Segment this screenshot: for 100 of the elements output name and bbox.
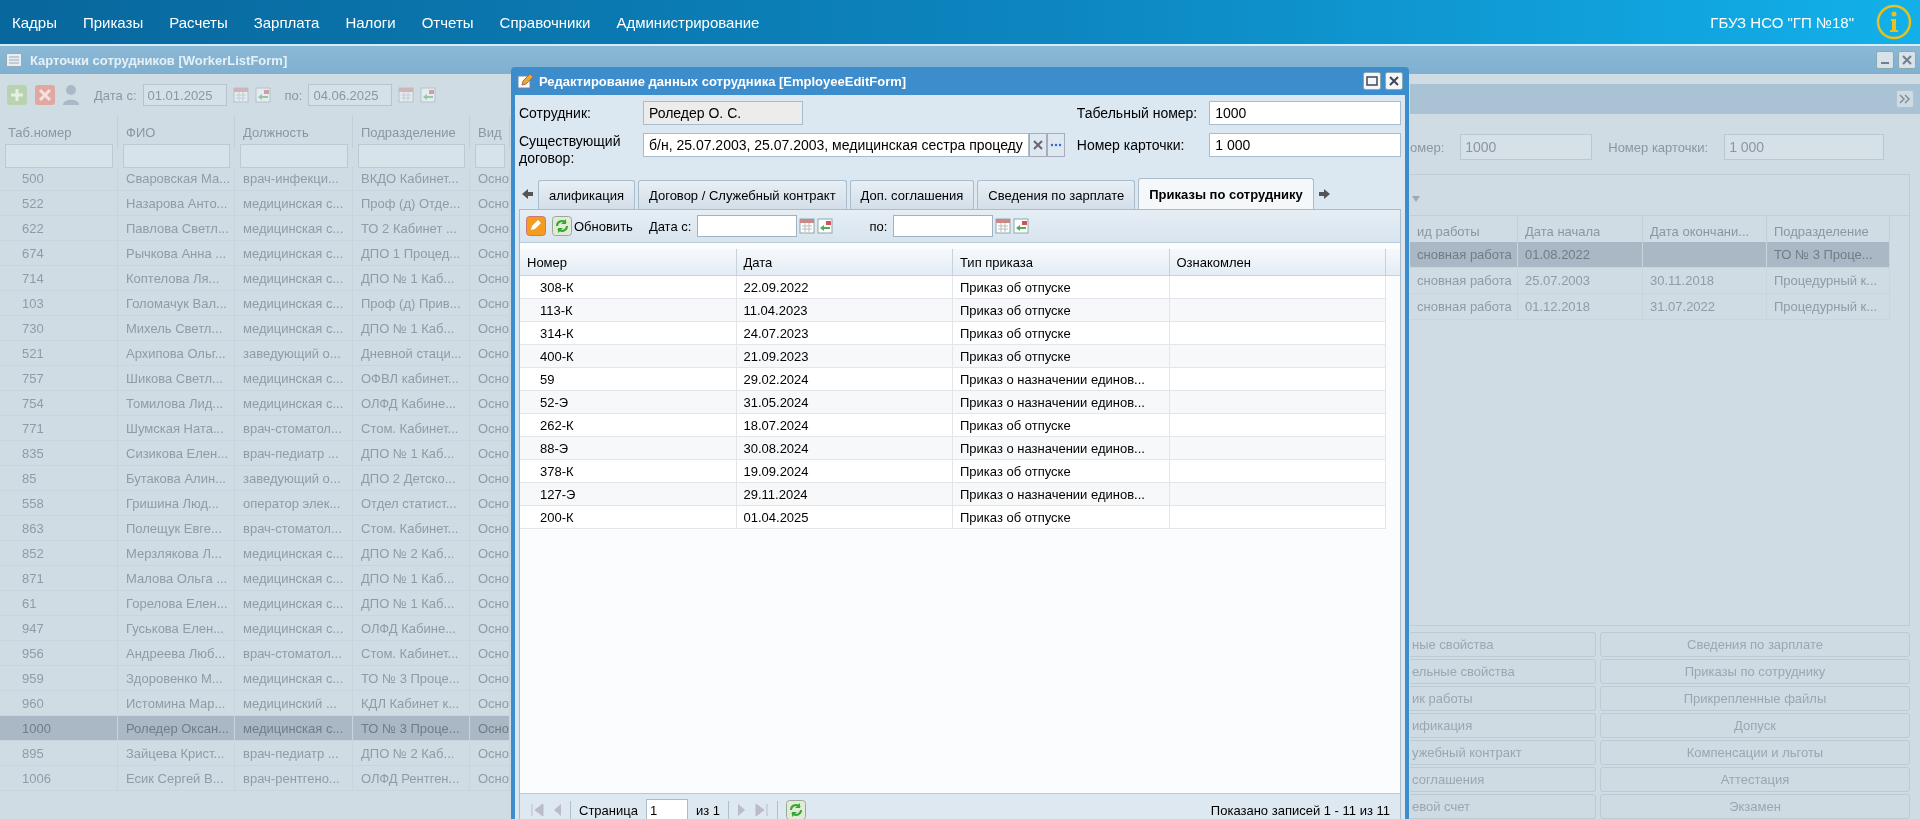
table-cell: Осно (470, 516, 510, 541)
column-header[interactable]: Тип приказа (953, 249, 1170, 275)
next-page-icon[interactable] (737, 802, 747, 818)
double-chevron-icon[interactable] (1896, 90, 1914, 108)
field-label: Существующий договор: (519, 133, 622, 167)
date-field[interactable] (697, 215, 798, 237)
first-page-icon[interactable] (530, 802, 544, 818)
date-field[interactable]: 01.01.2025 (142, 84, 227, 106)
table-cell: Роледер Оксан... (118, 716, 235, 741)
column-header[interactable]: Дата (736, 249, 953, 275)
menu-item[interactable]: Приказы (82, 13, 144, 31)
column-header[interactable]: Номер (520, 249, 737, 275)
table-cell: Осно (470, 766, 510, 791)
menu-item[interactable]: Справочники (499, 13, 591, 31)
table-cell: Здоровенко М... (118, 666, 235, 691)
table-cell: 1000 (0, 716, 118, 741)
table-cell: Проф (д) Отде... (353, 191, 470, 216)
table-cell: сновная работа (1410, 242, 1518, 268)
table-cell: Горелова Елен... (118, 591, 235, 616)
refresh-icon[interactable] (786, 800, 806, 819)
maximize-icon[interactable] (1363, 72, 1381, 90)
menu-item[interactable]: Расчеты (169, 13, 228, 31)
text-field[interactable]: 1 000 (1724, 134, 1885, 160)
table-cell: 127-Э (520, 483, 737, 505)
table-cell: Бутакова Алин... (118, 466, 235, 491)
menu-item[interactable]: Администрирование (616, 13, 760, 31)
close-icon[interactable] (1385, 72, 1403, 90)
field-label: омер: (1410, 139, 1445, 155)
table-cell: ОЛФД Кабине... (353, 391, 470, 416)
filter-field[interactable] (358, 144, 465, 168)
table-cell: Приказ об отпуске (953, 322, 1170, 344)
organization-name: ГБУЗ НСО "ГП №18" (1710, 13, 1854, 31)
dialog-title: Редактирование данных сотрудника [EmployeeEditForm] (539, 73, 907, 89)
table-cell: 22.09.2022 (736, 276, 953, 298)
table-cell: 01.04.2025 (736, 506, 953, 528)
text-field[interactable]: Роледер О. С. (643, 101, 803, 125)
table-cell: Осно (470, 366, 510, 391)
calendar-icon[interactable] (995, 218, 1012, 234)
clear-date-icon[interactable] (1013, 218, 1030, 234)
filter-field[interactable] (5, 144, 113, 168)
refresh-button[interactable]: Обновить (552, 216, 633, 236)
tab[interactable]: Доп. соглашения (849, 180, 975, 209)
tab[interactable]: алификация (538, 180, 635, 209)
page-count: из 1 (695, 802, 720, 818)
tab[interactable]: Договор / Служебный контракт (638, 180, 847, 209)
page-field[interactable]: 1 (645, 799, 688, 819)
table-cell: 959 (0, 666, 118, 691)
plus-icon[interactable] (6, 84, 28, 106)
table-cell: 558 (0, 491, 118, 516)
clear-date-icon[interactable] (817, 218, 834, 234)
select-field[interactable]: б/н, 25.07.2003, 25.07.2003, медицинская сестра процеду (643, 133, 1029, 157)
table-cell: Есик Сергей В... (118, 766, 235, 791)
table-cell: 378-К (520, 460, 737, 482)
tab[interactable]: Сведения по зарплате (977, 180, 1136, 209)
table-cell: Зайцева Крист... (118, 741, 235, 766)
date-field[interactable] (893, 215, 994, 237)
table-cell: ДПО 1 Процед... (353, 241, 470, 266)
menu-item[interactable]: Зарплата (253, 13, 320, 31)
table-cell: ДПО № 1 Каб... (353, 441, 470, 466)
table-cell: 31.07.2022 (1643, 294, 1767, 320)
edit-icon[interactable] (526, 216, 546, 236)
table-cell: 754 (0, 391, 118, 416)
table-cell: Приказ об отпуске (953, 345, 1170, 367)
last-page-icon[interactable] (755, 802, 769, 818)
info-icon[interactable] (1876, 4, 1912, 40)
previous-page-icon[interactable] (552, 802, 562, 818)
table-cell: 400-К (520, 345, 737, 367)
refresh-icon (552, 216, 572, 236)
person-icon[interactable] (62, 84, 80, 106)
calendar-icon[interactable] (799, 218, 816, 234)
date-field[interactable]: 04.06.2025 (308, 84, 393, 106)
table-cell: Голомачук Вал... (118, 291, 235, 316)
filter-field[interactable] (475, 144, 505, 168)
table-cell: медицинская с... (235, 716, 353, 741)
minimize-icon[interactable] (1876, 51, 1894, 69)
clear-icon[interactable] (1028, 133, 1047, 157)
menu-item[interactable]: Кадры (12, 13, 57, 31)
menu-item[interactable]: Налоги (345, 13, 396, 31)
table-cell: 21.09.2023 (736, 345, 953, 367)
filter-field[interactable] (240, 144, 348, 168)
text-field[interactable]: 1 000 (1209, 133, 1401, 157)
delete-icon[interactable] (34, 84, 56, 106)
pencil-icon (517, 73, 533, 89)
filter-field[interactable] (123, 144, 230, 168)
table-cell: Осно (470, 166, 510, 191)
table-cell: медицинская с... (235, 316, 353, 341)
more-icon[interactable] (1046, 133, 1065, 157)
text-field[interactable]: 1000 (1209, 101, 1401, 125)
table-cell: сновная работа (1410, 268, 1518, 294)
table-cell: 59 (520, 368, 737, 390)
table-cell: ДПО № 1 Каб... (353, 591, 470, 616)
table-cell: врач-педиатр ... (235, 441, 353, 466)
caret-icon[interactable] (1412, 196, 1420, 202)
table-cell: 200-К (520, 506, 737, 528)
table-cell: Осно (470, 491, 510, 516)
text-field[interactable]: 1000 (1460, 134, 1593, 160)
table-cell: Павлова Светл... (118, 216, 235, 241)
tab[interactable]: Приказы по сотруднику (1138, 178, 1314, 209)
column-header[interactable]: Ознакомлен (1169, 249, 1386, 275)
menu-item[interactable]: Отчеты (421, 13, 474, 31)
